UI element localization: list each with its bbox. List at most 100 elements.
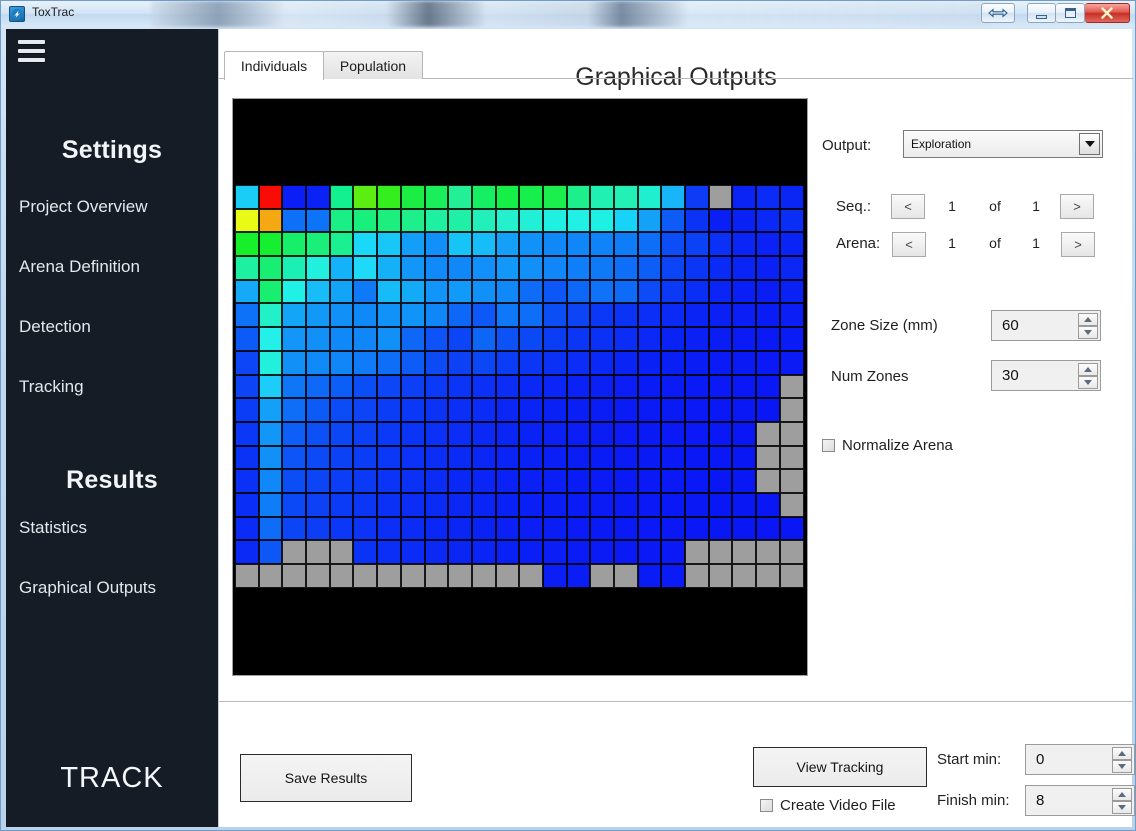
checkbox-box-icon[interactable] xyxy=(822,439,835,452)
create-video-file-checkbox[interactable]: Create Video File xyxy=(760,797,896,814)
heatmap-cell xyxy=(496,256,520,280)
heatmap-cell xyxy=(330,564,354,588)
heatmap-cell xyxy=(306,422,330,446)
heatmap-cell xyxy=(709,564,733,588)
spin-up-icon[interactable] xyxy=(1078,363,1098,376)
view-tracking-button[interactable]: View Tracking xyxy=(753,747,927,787)
finish-min-stepper[interactable]: 8 xyxy=(1025,785,1135,816)
heatmap-cell xyxy=(661,398,685,422)
toxtrac-logo-icon xyxy=(9,6,25,22)
heatmap-cell xyxy=(401,398,425,422)
heatmap-cell xyxy=(306,517,330,541)
sidebar-item-detection[interactable]: Detection xyxy=(19,317,91,337)
sidebar-item-graphical-outputs[interactable]: Graphical Outputs xyxy=(19,578,156,598)
heatmap-cell xyxy=(709,351,733,375)
heatmap-cell xyxy=(685,375,709,399)
heatmap-cell xyxy=(756,517,780,541)
sidebar-item-statistics[interactable]: Statistics xyxy=(19,518,87,538)
hamburger-bar xyxy=(18,40,45,44)
heatmap-cell xyxy=(425,398,449,422)
sequence-prev-button[interactable]: < xyxy=(891,194,925,219)
heatmap-cell xyxy=(590,493,614,517)
heatmap-cell xyxy=(306,209,330,233)
spin-down-icon[interactable] xyxy=(1112,760,1132,773)
heatmap-cell xyxy=(472,185,496,209)
close-icon[interactable] xyxy=(1085,3,1130,23)
save-results-button[interactable]: Save Results xyxy=(240,754,412,802)
heatmap-cell xyxy=(614,422,638,446)
spin-up-icon[interactable] xyxy=(1112,788,1132,801)
heatmap-cell xyxy=(519,422,543,446)
heatmap-cell xyxy=(567,493,591,517)
spin-down-icon[interactable] xyxy=(1078,376,1098,389)
heatmap-cell xyxy=(590,209,614,233)
heatmap-cell xyxy=(590,517,614,541)
heatmap-cell xyxy=(519,209,543,233)
heatmap-cell xyxy=(259,351,283,375)
titlebar-background-blur xyxy=(151,1,991,27)
heatmap-cell xyxy=(567,327,591,351)
heatmap-cell xyxy=(235,351,259,375)
heatmap-cell xyxy=(732,209,756,233)
heatmap-cell xyxy=(496,564,520,588)
spin-up-icon[interactable] xyxy=(1112,747,1132,760)
finish-min-spin-buttons[interactable] xyxy=(1112,788,1132,814)
sidebar-item-arena-definition[interactable]: Arena Definition xyxy=(19,257,140,277)
heatmap-cell xyxy=(259,280,283,304)
output-select[interactable]: Exploration xyxy=(903,130,1103,158)
sidebar-item-project-overview[interactable]: Project Overview xyxy=(19,197,147,217)
navigation-sidebar: Settings Project Overview Arena Definiti… xyxy=(6,29,218,827)
arena-next-button[interactable]: > xyxy=(1061,232,1095,257)
arena-prev-button[interactable]: < xyxy=(892,232,926,257)
heatmap-cell xyxy=(425,540,449,564)
num-zones-spin-buttons[interactable] xyxy=(1078,363,1098,389)
start-min-stepper[interactable]: 0 xyxy=(1025,744,1135,775)
tab-population[interactable]: Population xyxy=(323,51,423,79)
start-min-spin-buttons[interactable] xyxy=(1112,747,1132,773)
minimize-icon[interactable] xyxy=(1027,3,1056,23)
heatmap-cell xyxy=(756,540,780,564)
heatmap-cell xyxy=(780,209,804,233)
track-button[interactable]: TRACK xyxy=(6,762,218,795)
heatmap-cell xyxy=(543,398,567,422)
maximize-icon[interactable] xyxy=(1056,3,1085,23)
checkbox-box-icon[interactable] xyxy=(760,799,773,812)
heatmap-cell xyxy=(638,564,662,588)
exploration-heatmap-plot[interactable] xyxy=(232,98,808,676)
heatmap-cell xyxy=(519,517,543,541)
heatmap-cell xyxy=(353,375,377,399)
chevron-down-icon[interactable] xyxy=(1079,133,1100,155)
heatmap-cell xyxy=(709,280,733,304)
heatmap-cell xyxy=(377,398,401,422)
tab-individuals[interactable]: Individuals xyxy=(224,51,324,80)
zone-size-spin-buttons[interactable] xyxy=(1078,313,1098,339)
heatmap-cell xyxy=(661,303,685,327)
sequence-label: Seq.: xyxy=(836,198,871,215)
heatmap-cell xyxy=(614,209,638,233)
spin-up-icon[interactable] xyxy=(1078,313,1098,326)
sidebar-item-tracking[interactable]: Tracking xyxy=(19,377,84,397)
heatmap-cell xyxy=(543,375,567,399)
spin-down-icon[interactable] xyxy=(1112,801,1132,814)
heatmap-cell xyxy=(259,540,283,564)
sequence-next-button[interactable]: > xyxy=(1060,194,1094,219)
heatmap-cell xyxy=(543,209,567,233)
spin-down-icon[interactable] xyxy=(1078,326,1098,339)
heatmap-cell xyxy=(543,446,567,470)
heatmap-cell xyxy=(259,564,283,588)
normalize-arena-checkbox[interactable]: Normalize Arena xyxy=(822,437,953,454)
heatmap-cell xyxy=(496,351,520,375)
heatmap-cell xyxy=(472,517,496,541)
heatmap-cell xyxy=(282,422,306,446)
heatmap-cell xyxy=(685,327,709,351)
heatmap-cell xyxy=(543,517,567,541)
zone-size-stepper[interactable]: 60 xyxy=(991,310,1101,341)
hamburger-menu-icon[interactable] xyxy=(15,37,48,65)
resize-arrows-icon[interactable] xyxy=(981,3,1015,23)
num-zones-stepper[interactable]: 30 xyxy=(991,360,1101,391)
heatmap-cell xyxy=(377,375,401,399)
heatmap-cell xyxy=(259,327,283,351)
heatmap-cell xyxy=(567,351,591,375)
heatmap-cell xyxy=(353,517,377,541)
heatmap-cell xyxy=(661,564,685,588)
